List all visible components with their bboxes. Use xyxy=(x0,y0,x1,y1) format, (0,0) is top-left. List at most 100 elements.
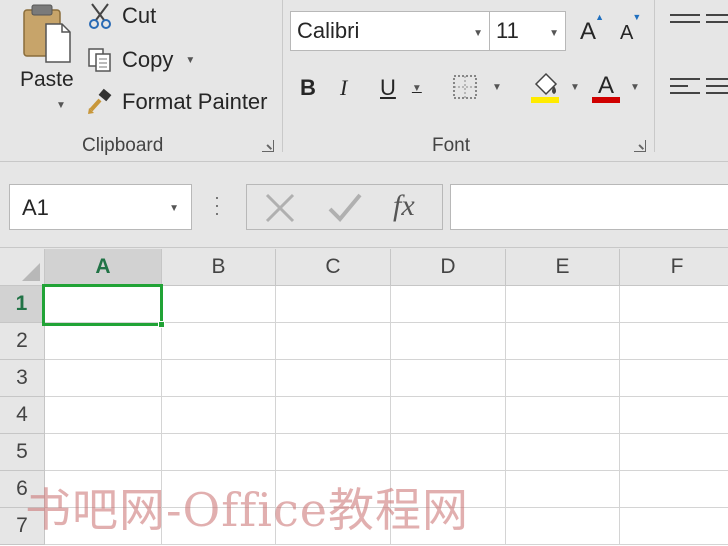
row-header-2[interactable]: 2 xyxy=(0,323,45,360)
borders-icon xyxy=(453,75,477,99)
cell-c2[interactable] xyxy=(276,323,391,360)
ribbon: Paste ▼ Cut Copy ▼ Format Painter Clipbo… xyxy=(0,0,728,162)
cell-d2[interactable] xyxy=(391,323,506,360)
cell-e5[interactable] xyxy=(506,434,620,471)
font-name-select[interactable]: Calibri ▼ xyxy=(290,11,490,51)
chevron-down-icon[interactable]: ▼ xyxy=(169,203,179,214)
fill-handle[interactable] xyxy=(158,321,165,328)
font-dialog-launcher-icon[interactable] xyxy=(634,140,646,152)
cell-d6[interactable] xyxy=(391,471,506,508)
increase-font-size-label: A xyxy=(580,18,597,45)
column-header-f[interactable]: F xyxy=(620,249,728,286)
cell-f2[interactable] xyxy=(620,323,728,360)
row-header-4[interactable]: 4 xyxy=(0,397,45,434)
align-center-button[interactable] xyxy=(706,78,728,99)
row-header-1[interactable]: 1 xyxy=(0,286,45,323)
cell-b2[interactable] xyxy=(162,323,276,360)
cell-f3[interactable] xyxy=(620,360,728,397)
chevron-down-icon[interactable]: ▼ xyxy=(570,82,580,93)
cell-c6[interactable] xyxy=(276,471,391,508)
increase-font-size-button[interactable]: A ▲ xyxy=(580,12,604,46)
chevron-down-icon[interactable]: ▼ xyxy=(630,82,640,93)
cell-b4[interactable] xyxy=(162,397,276,434)
cell-c7[interactable] xyxy=(276,508,391,545)
cell-d5[interactable] xyxy=(391,434,506,471)
cell-d7[interactable] xyxy=(391,508,506,545)
column-header-e[interactable]: E xyxy=(506,249,620,286)
select-all-button[interactable] xyxy=(0,249,45,286)
cancel-icon[interactable] xyxy=(263,191,297,225)
cell-b7[interactable] xyxy=(162,508,276,545)
font-size-select[interactable]: 11 ▼ xyxy=(490,11,566,51)
cut-button[interactable]: Cut xyxy=(86,0,156,32)
fill-color-button[interactable]: ▼ xyxy=(530,70,580,104)
cell-a5[interactable] xyxy=(45,434,162,471)
middle-align-button[interactable] xyxy=(706,14,728,28)
clipboard-dialog-launcher-icon[interactable] xyxy=(262,140,274,152)
chevron-down-icon[interactable]: ▼ xyxy=(473,28,483,39)
cell-a3[interactable] xyxy=(45,360,162,397)
cell-e1[interactable] xyxy=(506,286,620,323)
borders-button[interactable]: ▼ xyxy=(452,74,502,100)
cell-e3[interactable] xyxy=(506,360,620,397)
cell-b6[interactable] xyxy=(162,471,276,508)
cell-d4[interactable] xyxy=(391,397,506,434)
column-header-c[interactable]: C xyxy=(276,249,391,286)
chevron-down-icon[interactable]: ▼ xyxy=(56,100,66,111)
cell-f7[interactable] xyxy=(620,508,728,545)
cell-a7[interactable] xyxy=(45,508,162,545)
decrease-font-size-button[interactable]: A ▼ xyxy=(620,12,641,45)
copy-icon xyxy=(86,46,114,74)
chevron-down-icon[interactable]: ▼ xyxy=(185,55,195,66)
top-align-button[interactable] xyxy=(670,14,700,28)
row-header-5[interactable]: 5 xyxy=(0,434,45,471)
cell-d3[interactable] xyxy=(391,360,506,397)
insert-function-button[interactable]: fx xyxy=(393,189,415,223)
active-cell-a1[interactable] xyxy=(42,284,165,328)
cell-b5[interactable] xyxy=(162,434,276,471)
paste-button[interactable]: Paste ▼ xyxy=(14,0,76,120)
cell-a2[interactable] xyxy=(45,323,162,360)
format-painter-button[interactable]: Format Painter xyxy=(86,86,268,118)
row-header-6[interactable]: 6 xyxy=(0,471,45,508)
cell-f6[interactable] xyxy=(620,471,728,508)
name-box[interactable]: A1 ▼ xyxy=(9,184,192,230)
cell-e2[interactable] xyxy=(506,323,620,360)
cell-e7[interactable] xyxy=(506,508,620,545)
cell-b1[interactable] xyxy=(162,286,276,323)
cell-c4[interactable] xyxy=(276,397,391,434)
italic-button[interactable]: I xyxy=(340,72,347,104)
column-header-d[interactable]: D xyxy=(391,249,506,286)
cell-f5[interactable] xyxy=(620,434,728,471)
column-header-b[interactable]: B xyxy=(162,249,276,286)
cell-c5[interactable] xyxy=(276,434,391,471)
cell-e4[interactable] xyxy=(506,397,620,434)
cell-e6[interactable] xyxy=(506,471,620,508)
underline-button[interactable]: U ▼ xyxy=(380,72,422,104)
font-size-value: 11 xyxy=(496,18,519,43)
chevron-down-icon[interactable]: ▼ xyxy=(492,82,502,93)
formula-input[interactable] xyxy=(450,184,728,230)
font-color-label: A xyxy=(598,72,615,99)
column-header-a[interactable]: A xyxy=(45,249,162,286)
cell-a6[interactable] xyxy=(45,471,162,508)
cell-c1[interactable] xyxy=(276,286,391,323)
cell-c3[interactable] xyxy=(276,360,391,397)
cell-f4[interactable] xyxy=(620,397,728,434)
enter-check-icon[interactable] xyxy=(327,191,363,225)
chevron-down-icon[interactable]: ▼ xyxy=(412,83,422,94)
chevron-down-icon[interactable]: ▼ xyxy=(549,28,559,39)
row-header-7[interactable]: 7 xyxy=(0,508,45,545)
font-color-button[interactable]: A ▼ xyxy=(592,70,640,104)
align-left-button[interactable] xyxy=(670,78,700,99)
cell-a4[interactable] xyxy=(45,397,162,434)
cell-d1[interactable] xyxy=(391,286,506,323)
cell-f1[interactable] xyxy=(620,286,728,323)
clipboard-group-label: Clipboard xyxy=(82,135,164,156)
cell-b3[interactable] xyxy=(162,360,276,397)
copy-button[interactable]: Copy ▼ xyxy=(86,44,195,76)
more-vertical-icon[interactable]: · · · xyxy=(214,188,220,222)
row-header-3[interactable]: 3 xyxy=(0,360,45,397)
group-divider xyxy=(654,0,655,152)
bold-button[interactable]: B xyxy=(300,72,316,104)
